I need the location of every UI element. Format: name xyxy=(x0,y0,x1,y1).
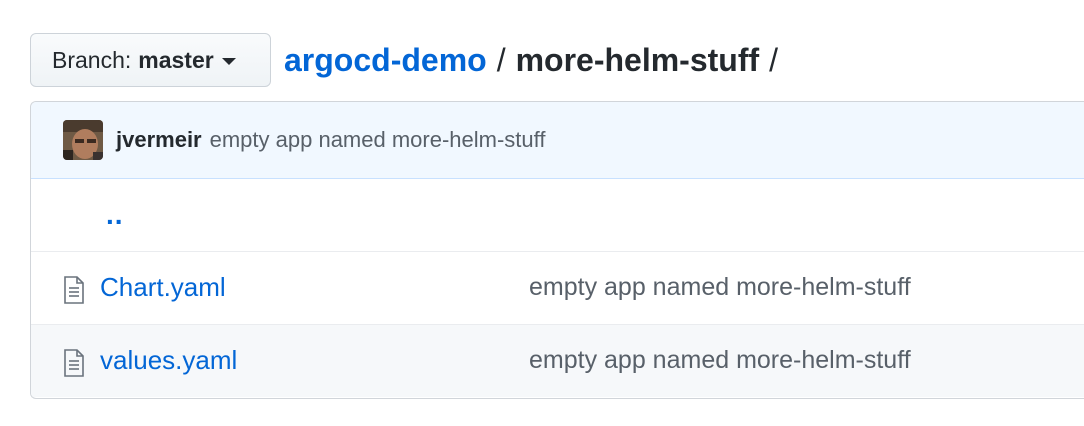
parent-directory-row[interactable]: .. xyxy=(31,179,1084,251)
commit-author-link[interactable]: jvermeir xyxy=(116,127,202,153)
avatar-image xyxy=(63,120,103,160)
breadcrumb-separator: / xyxy=(496,41,506,78)
table-row[interactable]: values.yaml empty app named more-helm-st… xyxy=(31,324,1084,397)
caret-down-icon xyxy=(221,58,236,65)
file-commit-message-link[interactable]: empty app named more-helm-stuff xyxy=(529,273,911,302)
breadcrumb: argocd-demo / more-helm-stuff / xyxy=(284,38,788,82)
file-table: jvermeir empty app named more-helm-stuff… xyxy=(30,101,1084,399)
file-name-link[interactable]: Chart.yaml xyxy=(100,272,226,303)
repo-file-browser: Branch: master argocd-demo / more-helm-s… xyxy=(0,0,1084,426)
latest-commit-bar: jvermeir empty app named more-helm-stuff xyxy=(31,102,1084,179)
file-icon xyxy=(64,276,84,304)
breadcrumb-repo-link[interactable]: argocd-demo xyxy=(284,42,487,79)
branch-prefix-label: Branch: xyxy=(52,46,132,73)
avatar[interactable] xyxy=(63,120,103,160)
parent-directory-link[interactable]: .. xyxy=(106,199,124,231)
commit-message-link[interactable]: empty app named more-helm-stuff xyxy=(210,127,546,153)
breadcrumb-trailing-separator: / xyxy=(769,41,779,78)
file-commit-message-link[interactable]: empty app named more-helm-stuff xyxy=(529,346,911,375)
file-icon xyxy=(64,349,84,377)
table-row[interactable]: Chart.yaml empty app named more-helm-stu… xyxy=(31,251,1084,324)
breadcrumb-current-dir: more-helm-stuff xyxy=(515,41,760,78)
branch-select-button[interactable]: Branch: master xyxy=(30,33,271,87)
branch-name-label: master xyxy=(138,46,214,73)
file-name-link[interactable]: values.yaml xyxy=(100,345,237,376)
